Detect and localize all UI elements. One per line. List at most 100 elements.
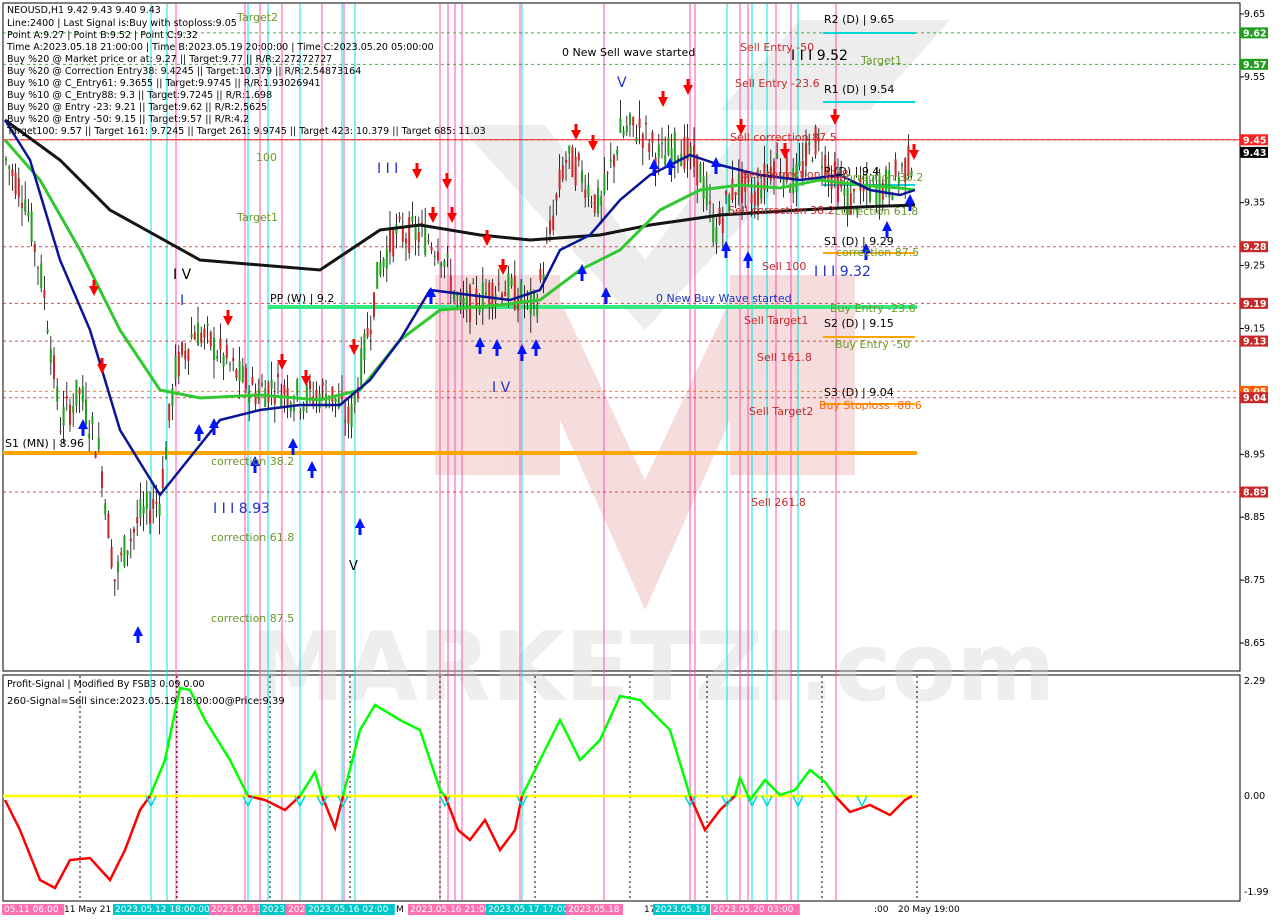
candle-body [638,118,641,128]
buy-arrow-shaft [136,636,140,643]
candle-body [411,215,414,222]
buy-arrow-shaft [197,434,201,441]
time-highlight-label: 2023.05.18 [568,905,620,915]
candle-body [91,416,94,425]
time-label: :00 [874,905,889,915]
candle-body [472,283,475,285]
candle-body [136,516,139,524]
candle-body [661,142,663,145]
correction-61-right-label: correction 61.8 [835,205,918,218]
candle-body [296,379,299,396]
candle-body [616,149,619,155]
buy-arrow-shaft [580,274,584,281]
buy-arrow-shaft [81,429,85,436]
new-sell-wave-label: 0 New Sell wave started [562,46,695,59]
wave-932-label: I I I 9.32 [814,264,871,280]
candle-body [190,333,193,338]
s2-label: S2 (D) | 9.15 [824,317,894,330]
candle-body [469,285,471,323]
candle-body [577,153,580,161]
info-line: Buy %10 @ C_Entry61: 9.3655 || Target:9.… [7,78,321,89]
wave-iv-left-label: I V [173,267,192,283]
candle-body [85,399,87,425]
candle-body [699,163,702,183]
sell-arrow-shaft [485,230,489,237]
candle-body [625,125,628,133]
candle-body [14,172,17,195]
buy-arrow-shaft [746,261,750,268]
watermark-text: MARKETZI.com [250,613,1055,723]
candle-body [369,329,372,335]
candle-body [811,160,814,162]
buy-arrow-shaft [652,169,656,176]
candle-body [536,304,539,317]
candle-body [251,377,254,385]
candle-body [401,227,404,242]
candle-body [347,406,350,424]
time-axis: 11 May 2120 May 19:00M17:002305.11 06:00… [2,904,960,915]
candle-body [238,360,241,382]
candle-body [392,230,395,257]
candle-body [382,259,385,268]
candle-body [53,355,55,380]
info-line: Time A:2023.05.18 21:00:00 | Time B:2023… [6,42,434,53]
candle-body [539,268,542,280]
candle-body [651,132,654,143]
candle-body [33,243,36,253]
candle-body [158,503,161,516]
candle-body [40,263,43,288]
candle-body [440,263,443,267]
candle-body [216,355,219,359]
candle-body [270,379,273,389]
candle-body [5,158,7,161]
candle-body [776,153,779,158]
buy-arrow-shaft [429,297,433,304]
sell-correction-618-label: Sell correction 61.8 [742,168,849,181]
candle-body [632,116,635,126]
indicator-scale-bottom: -1.99 [1244,887,1269,898]
target1-top-label: Target1 [860,54,902,67]
candle-body [798,161,801,166]
info-line: Buy %10 @ C_Entry88: 9.3 || Target:9.724… [7,90,272,101]
indicator-signal-line: 260-Signal=Sell since:2023.05.19 18:00:0… [7,696,285,707]
price-chart[interactable]: MARKETZI.com NEOUSD,H1 9.42 9.43 9.40 9.… [0,0,1280,920]
candle-body [59,431,62,433]
price-tag-label: 9.13 [1243,337,1266,348]
candle-body [321,382,324,386]
candle-body [21,202,23,208]
candle-body [606,172,609,174]
candle-body [165,446,167,460]
sell-arrow-shaft [661,91,665,98]
candle-body [645,122,647,125]
wave-iii-left-label: I I I [377,161,398,177]
price-tag-label: 9.19 [1243,299,1266,310]
candle-body [664,155,667,166]
candle-body [75,379,78,406]
pp-w-label: PP (W) | 9.2 [270,292,334,305]
candle-body [78,388,81,395]
candle-body [219,338,222,350]
candle-body [549,220,551,234]
buy-arrow-shaft [714,167,718,174]
candle-body [225,344,228,359]
price-tag-label: 8.89 [1243,488,1266,499]
candle-body [232,357,235,362]
s3-label: S3 (D) | 9.04 [824,386,894,399]
time-label: 20 May 19:00 [898,905,960,915]
target2-label: Target2 [236,11,278,24]
candle-body [901,164,903,167]
price-tick-label: 8.85 [1244,512,1265,523]
candle-body [603,174,606,194]
sell-arrow-shaft [352,339,356,346]
candle-body [309,380,311,390]
candle-body [459,295,462,302]
info-line: Buy %20 @ Correction Entry38: 9.4245 || … [7,66,361,77]
candle-body [379,262,382,276]
candle-body [145,492,148,510]
price-tick-label: 9.55 [1244,72,1265,83]
candle-body [331,386,334,402]
candle-body [139,499,142,519]
candle-body [641,134,644,148]
candle-body [408,217,411,253]
info-line: Buy %20 @ Entry -50: 9.15 || Target:9.57… [7,114,249,125]
